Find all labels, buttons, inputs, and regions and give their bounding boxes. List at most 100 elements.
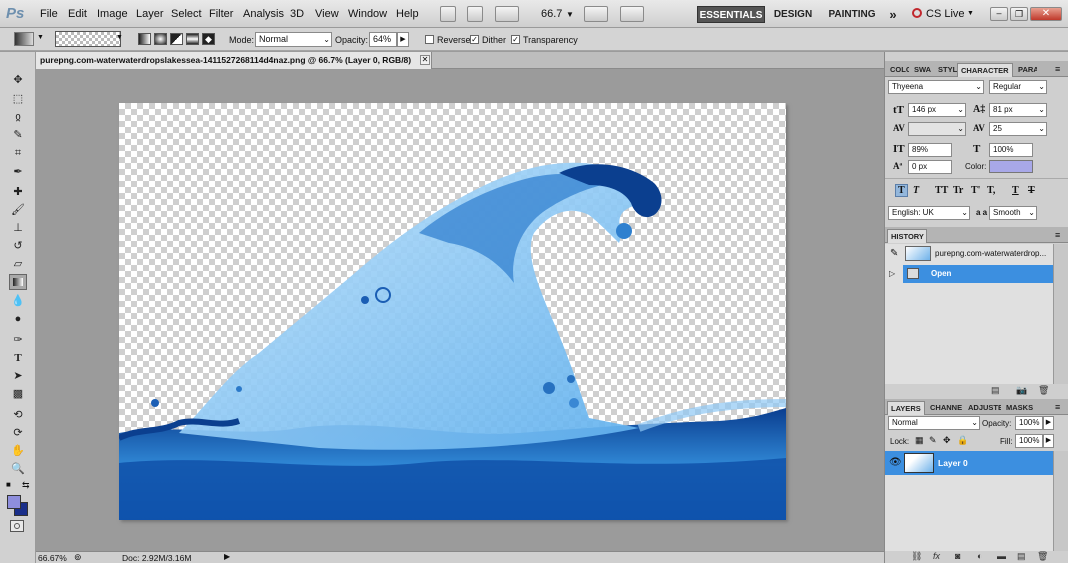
blend-mode-select[interactable]: Normal ⌄ <box>888 416 980 430</box>
marquee-tool-icon[interactable]: ⬚ <box>9 91 27 107</box>
subscript-button[interactable]: T, <box>987 185 995 196</box>
font-style-select[interactable]: Regular ⌄ <box>989 80 1047 94</box>
character-panel-menu-icon[interactable]: ≡ <box>1055 64 1060 74</box>
layers-panel-menu-icon[interactable]: ≡ <box>1055 402 1060 412</box>
move-tool-icon[interactable]: ✥ <box>9 72 27 88</box>
tab-styles[interactable]: STYL <box>935 63 957 77</box>
menu-filter[interactable]: Filter <box>209 8 233 20</box>
zoom-dropdown-icon[interactable]: ▼ <box>566 10 574 19</box>
shape-tool-icon[interactable]: ▩ <box>9 386 27 402</box>
small-caps-button[interactable]: Tr <box>953 185 963 196</box>
zoom-level[interactable]: 66.7 <box>541 8 562 20</box>
status-menu-arrow-icon[interactable]: ▶ <box>224 552 230 561</box>
blur-tool-icon[interactable]: 💧 <box>9 293 27 309</box>
workspace-painting[interactable]: PAINTING <box>823 6 881 23</box>
history-snapshot-row[interactable]: ✎ purepng.com-waterwaterdrop... <box>887 245 1053 263</box>
menu-file[interactable]: File <box>40 8 58 20</box>
new-snapshot-icon[interactable]: 📷 <box>1016 385 1027 396</box>
mini-bridge-icon[interactable] <box>467 6 483 22</box>
hand-tool-icon[interactable]: ✋ <box>9 443 27 459</box>
workspace-more[interactable]: » <box>884 6 902 23</box>
fill-input[interactable]: 100% <box>1015 434 1043 448</box>
leading-input[interactable]: 81 px ⌄ <box>989 103 1047 117</box>
diamond-gradient-icon[interactable]: ◆ <box>202 33 215 45</box>
workspace-design[interactable]: DESIGN <box>769 6 817 23</box>
transparency-checkbox[interactable]: ✓ <box>511 35 520 44</box>
history-scrollbar[interactable] <box>1053 244 1068 384</box>
fill-arrow-icon[interactable]: ▶ <box>1043 434 1054 448</box>
opacity-arrow-icon[interactable]: ▶ <box>397 32 409 47</box>
lock-all-icon[interactable]: 🔒 <box>957 435 968 446</box>
gradient-picker[interactable] <box>55 31 121 47</box>
status-zoom[interactable]: 66.67% <box>38 553 67 563</box>
bridge-icon[interactable] <box>440 6 456 22</box>
tab-swatches[interactable]: SWA <box>911 63 933 77</box>
tab-adjustments[interactable]: ADJUSTE <box>965 401 1001 415</box>
layer-opacity-arrow-icon[interactable]: ▶ <box>1043 416 1054 430</box>
gradient-tool-icon[interactable] <box>9 274 27 290</box>
history-brush-tool-icon[interactable]: ↺ <box>9 238 27 254</box>
quick-mask-icon[interactable] <box>10 520 24 532</box>
baseline-shift-input[interactable]: 0 px <box>908 160 952 174</box>
add-mask-icon[interactable]: ◙ <box>955 551 960 561</box>
swap-colors-icon[interactable]: ⇆ <box>22 480 30 491</box>
clone-stamp-tool-icon[interactable]: ⊥ <box>9 220 27 236</box>
menu-select[interactable]: Select <box>171 8 202 20</box>
3d-rotate-tool-icon[interactable]: ⟲ <box>9 407 27 423</box>
menu-help[interactable]: Help <box>396 8 419 20</box>
zoom-tool-icon[interactable]: 🔍 <box>9 461 27 477</box>
delete-state-icon[interactable]: 🗑 <box>1038 385 1049 396</box>
mode-select[interactable]: Normal ⌄ <box>255 32 332 47</box>
document-tab[interactable]: purepng.com-waterwaterdropslakessea-1411… <box>36 52 432 69</box>
close-document-icon[interactable]: ✕ <box>420 55 430 65</box>
tab-layers[interactable]: LAYERS <box>887 401 925 415</box>
tab-color[interactable]: COLO <box>887 63 909 77</box>
horizontal-scale-input[interactable]: 100% <box>989 143 1033 157</box>
font-family-select[interactable]: Thyeena ⌄ <box>888 80 984 94</box>
reflected-gradient-icon[interactable] <box>186 33 199 45</box>
path-selection-tool-icon[interactable]: ➤ <box>9 368 27 384</box>
new-layer-icon[interactable]: ▤ <box>1017 551 1026 562</box>
tab-paragraph[interactable]: PARA <box>1015 63 1037 77</box>
language-select[interactable]: English: UK ⌄ <box>888 206 970 220</box>
cs-live-dropdown-icon[interactable]: ▼ <box>967 10 974 17</box>
foreground-color-swatch[interactable] <box>7 495 21 509</box>
minimize-icon[interactable]: – <box>990 7 1008 21</box>
layers-scrollbar[interactable] <box>1053 451 1068 551</box>
restore-icon[interactable]: ❐ <box>1010 7 1028 21</box>
screen-mode-icon[interactable] <box>620 6 644 22</box>
menu-image[interactable]: Image <box>97 8 128 20</box>
menu-layer[interactable]: Layer <box>136 8 164 20</box>
tracking-input[interactable]: 25 ⌄ <box>989 122 1047 136</box>
document-canvas[interactable] <box>117 103 787 520</box>
pen-tool-icon[interactable]: ✑ <box>9 332 27 348</box>
lasso-tool-icon[interactable]: ჲ <box>9 109 27 125</box>
cs-live-button[interactable]: CS Live <box>926 8 965 20</box>
history-state-open[interactable]: ▷ Open <box>889 265 1053 283</box>
history-brush-source-icon[interactable]: ✎ <box>890 248 898 259</box>
adjustment-layer-icon[interactable]: ◐ <box>977 551 982 561</box>
arrange-documents-icon[interactable] <box>584 6 608 22</box>
strikethrough-button[interactable]: T <box>1028 185 1035 196</box>
lock-image-icon[interactable]: ✎ <box>929 435 937 446</box>
tab-character[interactable]: CHARACTER <box>957 63 1013 77</box>
3d-orbit-tool-icon[interactable]: ⟳ <box>9 425 27 441</box>
link-layers-icon[interactable]: ⛓ <box>911 551 922 562</box>
opacity-input[interactable]: 64% <box>369 32 397 47</box>
layer-visibility-eye-icon[interactable]: 👁 <box>889 457 902 468</box>
type-tool-icon[interactable]: T <box>9 350 27 366</box>
crop-tool-icon[interactable]: ⌗ <box>9 145 27 161</box>
superscript-button[interactable]: T' <box>971 185 980 196</box>
kerning-input[interactable]: ⌄ <box>908 122 966 136</box>
preset-dropdown-icon[interactable]: ▼ <box>37 34 44 41</box>
close-icon[interactable]: ✕ <box>1030 7 1062 21</box>
new-document-from-state-icon[interactable]: ▤ <box>991 385 1000 396</box>
menu-edit[interactable]: Edit <box>68 8 87 20</box>
radial-gradient-icon[interactable] <box>154 33 167 45</box>
all-caps-button[interactable]: TT <box>935 185 948 196</box>
linear-gradient-icon[interactable] <box>138 33 151 45</box>
gradient-dropdown-icon[interactable]: ▼ <box>116 34 123 41</box>
layer-row[interactable]: 👁 Layer 0 <box>885 451 1053 475</box>
lock-transparent-icon[interactable]: ▦ <box>915 435 924 446</box>
quick-selection-tool-icon[interactable]: ✎ <box>9 127 27 143</box>
